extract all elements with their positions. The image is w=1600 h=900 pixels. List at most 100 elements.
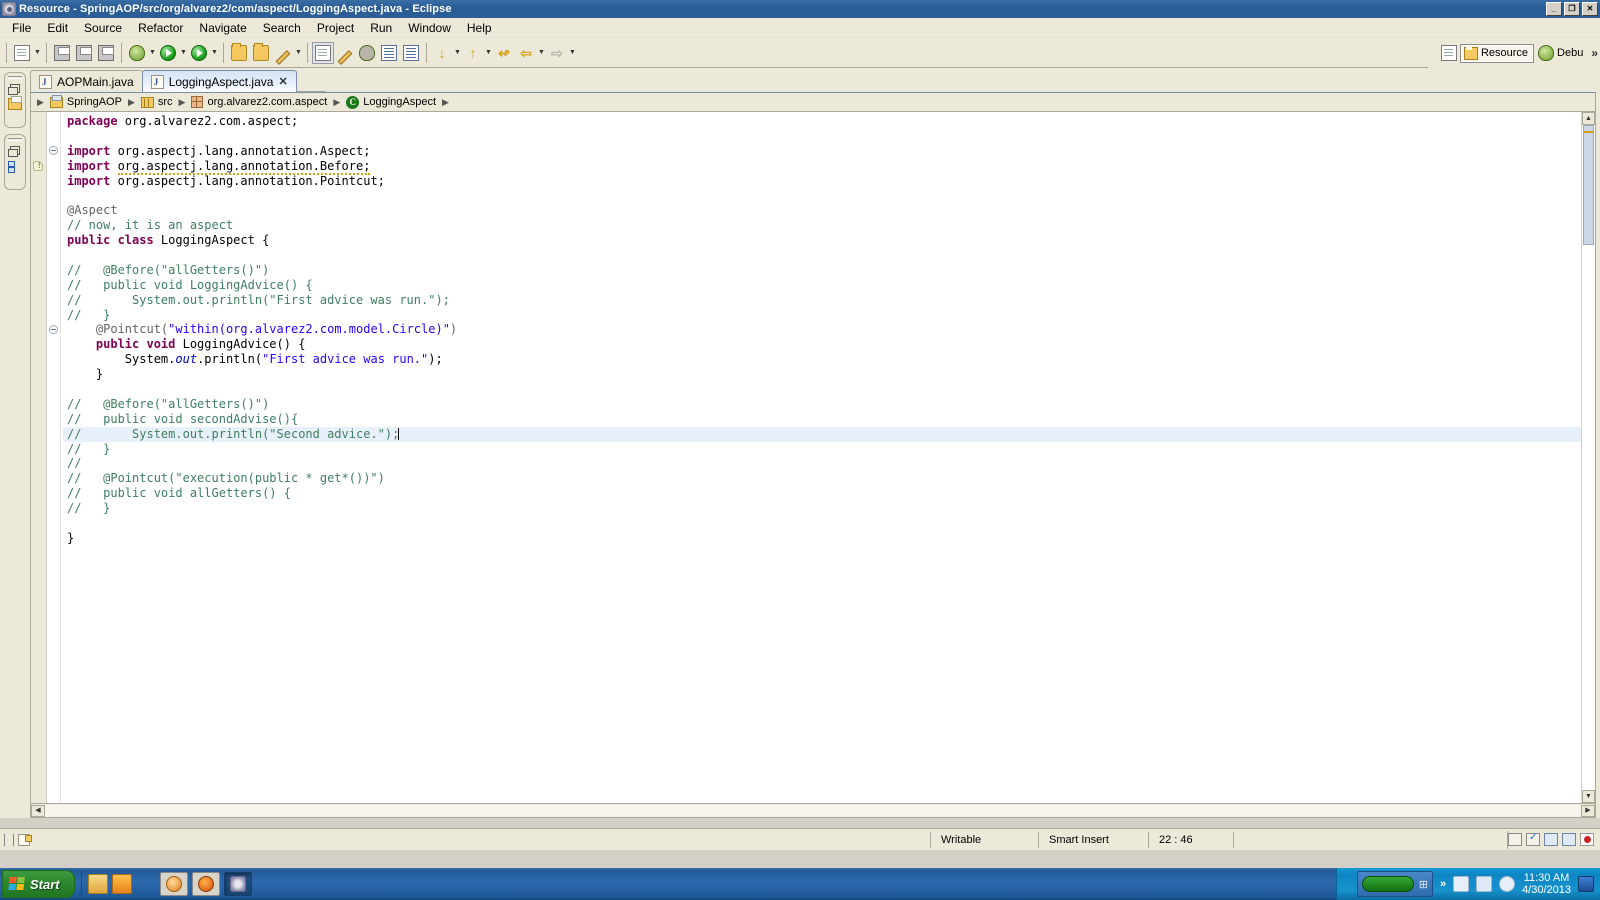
perspective-resource[interactable]: Resource	[1460, 44, 1534, 63]
new-java-package-button[interactable]	[228, 42, 250, 64]
scroll-left-button[interactable]: ◀	[31, 805, 45, 817]
previous-annotation-dropdown-arrow[interactable]: ▼	[484, 42, 493, 64]
status-cursor-position: 22 : 46	[1148, 832, 1233, 848]
debug-dropdown-arrow[interactable]: ▼	[148, 42, 157, 64]
save-button[interactable]	[51, 42, 73, 64]
restore-icon[interactable]	[10, 84, 20, 93]
status-bar-item-2[interactable]	[1526, 833, 1540, 846]
breadcrumb-item-package[interactable]: org.alvarez2.com.aspect	[189, 95, 329, 109]
new-java-class-button[interactable]	[272, 42, 294, 64]
annotation-gutter[interactable]	[31, 112, 47, 803]
fold-collapse-icon[interactable]	[49, 325, 58, 334]
code-line: // System.out.println("Second advice.");	[63, 427, 1581, 442]
open-type-button[interactable]	[250, 42, 272, 64]
menu-item-window[interactable]: Window	[400, 19, 459, 37]
taskbar-app-firefox[interactable]	[192, 872, 220, 896]
horizontal-scrollbar-track[interactable]	[45, 805, 1581, 817]
editor-tab-aopmain[interactable]: AOPMain.java	[30, 70, 143, 92]
status-bar-item-3[interactable]	[1544, 833, 1558, 846]
menu-item-edit[interactable]: Edit	[39, 19, 76, 37]
language-bar[interactable]: ⊞	[1357, 871, 1433, 897]
status-bar-item-1[interactable]	[1508, 833, 1522, 846]
editor-tab-loggingaspect[interactable]: LoggingAspect.java ✕	[142, 70, 297, 92]
vertical-scrollbar-thumb[interactable]	[1583, 125, 1594, 245]
volume-icon[interactable]	[1499, 876, 1515, 892]
folding-gutter[interactable]	[47, 112, 61, 803]
menu-item-navigate[interactable]: Navigate	[191, 19, 254, 37]
network-icon[interactable]	[1476, 876, 1492, 892]
skip-breakpoints-button[interactable]	[356, 42, 378, 64]
vertical-scrollbar-track[interactable]	[1582, 125, 1595, 790]
tray-clock[interactable]: 11:30 AM 4/30/2013	[1522, 872, 1571, 896]
maximize-button[interactable]: ❐	[1564, 2, 1580, 16]
external-tools-button[interactable]	[188, 42, 210, 64]
status-bar-item-4[interactable]	[1562, 833, 1576, 846]
show-desktop-icon[interactable]	[136, 874, 156, 894]
warning-marker-icon[interactable]	[33, 159, 45, 171]
code-line: public void LoggingAdvice() {	[63, 337, 1581, 352]
menu-item-run[interactable]: Run	[362, 19, 400, 37]
close-button[interactable]: ✕	[1582, 2, 1598, 16]
restore-icon[interactable]	[10, 146, 20, 155]
new-java-class-dropdown-arrow[interactable]: ▼	[294, 42, 303, 64]
forward-dropdown-arrow[interactable]: ▼	[568, 42, 577, 64]
run-button[interactable]	[157, 42, 179, 64]
show-whitespace-button[interactable]	[378, 42, 400, 64]
outline-fastview[interactable]	[4, 134, 26, 190]
next-annotation-dropdown-arrow[interactable]: ▼	[453, 42, 462, 64]
start-button[interactable]: Start	[2, 870, 75, 898]
code-text-area[interactable]: package org.alvarez2.com.aspect; import …	[61, 112, 1581, 803]
new-wizard-dropdown-arrow[interactable]: ▼	[33, 42, 42, 64]
open-perspective-button[interactable]	[1438, 42, 1460, 64]
folder-explorer-icon[interactable]	[8, 98, 22, 110]
taskbar-app-1[interactable]	[160, 872, 188, 896]
back-button[interactable]: ⇦	[515, 42, 537, 64]
menu-item-project[interactable]: Project	[309, 19, 362, 37]
save-all-button[interactable]	[73, 42, 95, 64]
show-pilcrow-button[interactable]	[400, 42, 422, 64]
taskbar-app-eclipse[interactable]	[224, 872, 252, 896]
breadcrumb-item-src[interactable]: src	[139, 95, 175, 109]
folder-icon[interactable]	[88, 874, 108, 894]
last-edit-location-button[interactable]: ↫	[493, 42, 515, 64]
scroll-right-button[interactable]: ▶	[1581, 805, 1595, 817]
minimize-button[interactable]: _	[1546, 2, 1562, 16]
clean-button[interactable]	[334, 42, 356, 64]
scroll-down-button[interactable]: ▼	[1582, 790, 1595, 803]
overview-warning-mark[interactable]	[1584, 131, 1593, 133]
previous-annotation-button[interactable]: ↑	[462, 42, 484, 64]
fold-collapse-icon[interactable]	[49, 146, 58, 155]
fast-view-bar	[0, 68, 30, 818]
run-dropdown-arrow[interactable]: ▼	[179, 42, 188, 64]
breadcrumb-item-class[interactable]: C LoggingAspect	[344, 95, 438, 110]
tray-expand-button[interactable]: »	[1440, 878, 1446, 890]
safely-remove-hardware-icon[interactable]	[1453, 876, 1469, 892]
display-icon[interactable]	[1578, 876, 1594, 892]
menu-item-refactor[interactable]: Refactor	[130, 19, 191, 37]
overview-ruler[interactable]: ▲ ▼	[1581, 112, 1595, 803]
media-play-icon[interactable]	[112, 874, 132, 894]
perspective-overflow-chevron[interactable]: »	[1589, 46, 1600, 60]
toggle-mark-occurrences-button[interactable]	[312, 42, 334, 64]
close-icon[interactable]: ✕	[278, 77, 287, 87]
outline-tree-icon[interactable]	[8, 160, 22, 172]
next-annotation-button[interactable]: ↓	[431, 42, 453, 64]
breadcrumb-item-project[interactable]: SpringAOP	[48, 95, 124, 109]
scroll-up-button[interactable]: ▲	[1582, 112, 1595, 125]
new-wizard-button[interactable]	[11, 42, 33, 64]
status-bar-item-5[interactable]	[1580, 833, 1594, 846]
status-spacer	[1233, 832, 1254, 848]
print-button[interactable]	[95, 42, 117, 64]
debug-button[interactable]	[126, 42, 148, 64]
menu-item-search[interactable]: Search	[255, 19, 309, 37]
forward-button[interactable]: ⇨	[546, 42, 568, 64]
perspective-debug[interactable]: Debu	[1534, 42, 1589, 64]
menu-item-file[interactable]: File	[4, 19, 39, 37]
back-dropdown-arrow[interactable]: ▼	[537, 42, 546, 64]
code-line: // }	[63, 308, 1581, 323]
horizontal-scrollbar[interactable]: ◀ ▶	[30, 804, 1596, 818]
external-tools-dropdown-arrow[interactable]: ▼	[210, 42, 219, 64]
menu-item-source[interactable]: Source	[76, 19, 130, 37]
project-explorer-fastview[interactable]	[4, 72, 26, 128]
menu-item-help[interactable]: Help	[459, 19, 500, 37]
